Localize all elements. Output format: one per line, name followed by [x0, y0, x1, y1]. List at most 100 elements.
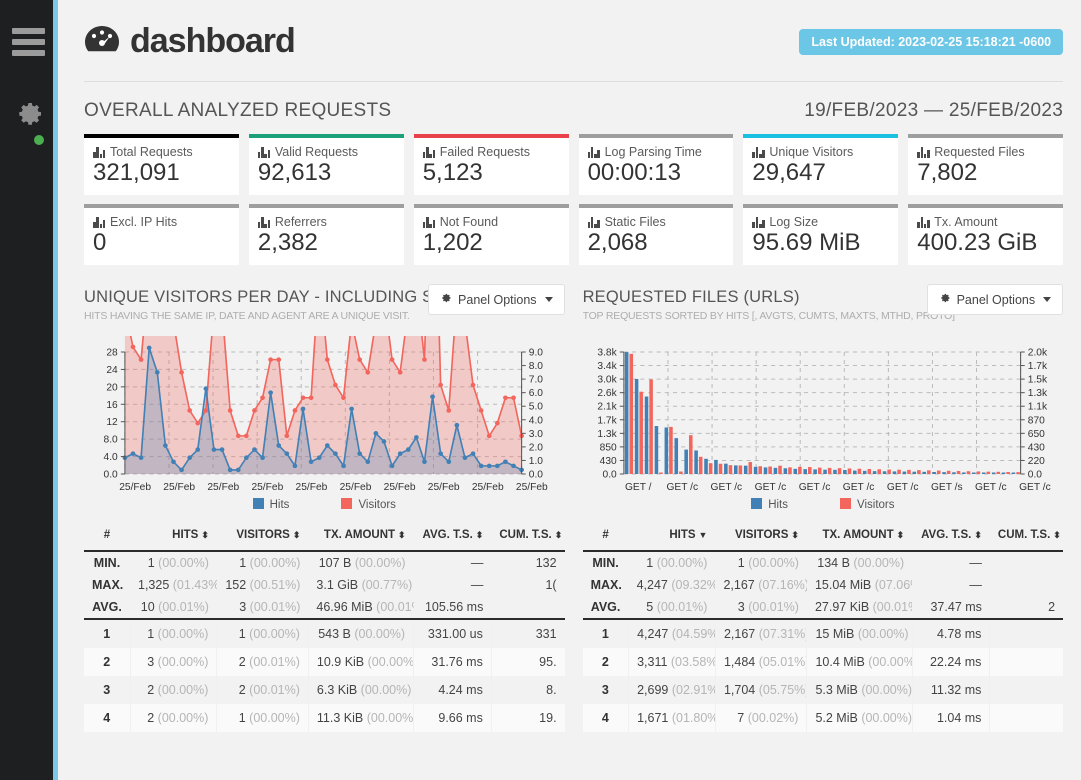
- table-row[interactable]: 2 3 (00.00%) 2 (00.01%) 10.9 KiB (00.00%) 31…: [84, 648, 565, 676]
- bar-chart-icon: [422, 216, 436, 228]
- svg-text:25/Feb: 25/Feb: [340, 482, 372, 493]
- panel-options-button[interactable]: Panel Options: [926, 284, 1064, 315]
- table-row[interactable]: 4 2 (00.00%) 1 (00.00%) 11.3 KiB (00.00%) 9.…: [84, 704, 565, 732]
- legend-item-hits[interactable]: Hits: [751, 498, 788, 511]
- col-header-cum-t-s[interactable]: CUM. T.S. ⬍: [989, 523, 1064, 552]
- summary-visitors: 3 (00.01%): [737, 600, 799, 614]
- cell-tx: 5.3 MiB (00.00%): [806, 676, 913, 704]
- stat-label: Log Size: [769, 215, 819, 229]
- legend-label-hits: Hits: [768, 499, 788, 511]
- stat-label: Static Files: [604, 215, 666, 229]
- panel-options-button[interactable]: Panel Options: [428, 284, 565, 315]
- col-header-tx-amount[interactable]: TX. AMOUNT ⬍: [806, 523, 913, 552]
- chart-visitors[interactable]: 0.0 4.0 8.0 12 16 20 24 28 0.0 1.0 2.0 3.0 4.0 5.0 6.0…: [84, 336, 565, 511]
- overall-title: OVERALL ANALYZED REQUESTS: [84, 100, 392, 121]
- panel-visitors: UNIQUE VISITORS PER DAY - INCLUDING SPID…: [84, 284, 565, 732]
- cell-index: 4: [103, 711, 111, 725]
- sort-icon: ⬍: [974, 530, 982, 540]
- svg-text:GET /c: GET /c: [798, 482, 830, 493]
- legend-item-visitors[interactable]: Visitors: [341, 498, 396, 511]
- summary-hits: 10 (00.01%): [140, 600, 209, 614]
- col-header-tx-amount[interactable]: TX. AMOUNT ⬍: [308, 523, 414, 552]
- svg-text:25/Feb: 25/Feb: [472, 482, 504, 493]
- summary-label: MIN.: [93, 556, 121, 570]
- svg-text:1.3k: 1.3k: [597, 429, 617, 440]
- sort-icon: ⬍: [554, 530, 563, 540]
- svg-text:3.0: 3.0: [529, 429, 544, 440]
- gear-icon[interactable]: [13, 98, 45, 130]
- summary-row: MIN. 1 (00.00%) 1 (00.00%) 107 B (00.00%) — 1…: [84, 551, 565, 574]
- summary-cum-ts: 132: [535, 556, 557, 570]
- stat-value: 2,382: [257, 229, 318, 256]
- summary-hits: 4,247 (09.32%): [636, 578, 716, 592]
- legend-item-hits[interactable]: Hits: [252, 498, 289, 511]
- svg-text:25/Feb: 25/Feb: [296, 482, 328, 493]
- cell-avg-ts: 22.24 ms: [911, 648, 990, 676]
- sort-icon: ⬍: [1053, 530, 1061, 540]
- stat-label-row: Unique Visitors: [752, 145, 889, 159]
- stat-value: 29,647: [752, 159, 826, 186]
- cell-avg-ts: 31.76 ms: [413, 648, 492, 676]
- col-header-avg-t-s[interactable]: AVG. T.S. ⬍: [912, 523, 990, 552]
- legend-item-visitors[interactable]: Visitors: [840, 498, 895, 511]
- summary-row: MAX. 1,325 (01.43%) 152 (00.51%) 3.1 GiB (0…: [84, 574, 565, 596]
- bar-chart-icon: [422, 146, 436, 158]
- table-row[interactable]: 3 2,699 (02.91%)1,704 (05.75%)5.3 MiB (00…: [583, 676, 1064, 704]
- col-header-visitors[interactable]: VISITORS ⬍: [715, 523, 807, 552]
- stat-label: Not Found: [439, 215, 499, 229]
- cell-visitors: 2,167 (07.31%): [714, 619, 807, 648]
- main-content: dashboard Last Updated: 2023-02-25 15:18…: [58, 0, 1081, 780]
- chart-requests[interactable]: 0.0 430 850 1.3k 1.7k 2.1k 2.6k 3.0k 3.4k 3.8k 0.0…: [583, 336, 1064, 511]
- panel-header: REQUESTED FILES (URLS) TOP REQUESTS SORTE…: [583, 284, 1064, 322]
- hamburger-icon[interactable]: [12, 28, 45, 61]
- stat-value: 92,613: [257, 159, 332, 186]
- stat-label-row: Log Parsing Time: [587, 145, 725, 159]
- table-row[interactable]: 11 (00.00%) 1 (00.00%) 543 B (00.00%) 331.0…: [84, 619, 565, 648]
- svg-text:430: 430: [1027, 442, 1044, 453]
- svg-text:6.0: 6.0: [529, 388, 544, 399]
- svg-text:3.4k: 3.4k: [597, 361, 617, 372]
- summary-cum-ts: [990, 574, 1063, 596]
- table-row[interactable]: 3 2 (00.00%) 2 (00.01%) 6.3 KiB (00.00%) 4.2…: [84, 676, 565, 704]
- svg-text:3.0k: 3.0k: [597, 375, 617, 386]
- col-header-cum-t-s[interactable]: CUM. T.S. ⬍: [491, 523, 565, 552]
- legend-swatch-hits: [751, 498, 763, 509]
- stat-box: Failed Requests 5,123: [413, 134, 569, 195]
- table-row[interactable]: 2 3,311 (03.58%)1,484 (05.01%)10.4 MiB (0…: [582, 648, 1064, 676]
- stat-value: 1,202: [422, 229, 483, 256]
- col-header-hits[interactable]: HITS ▼: [628, 523, 716, 552]
- stat-value: 400.23 GiB: [917, 229, 1038, 256]
- cell-index: 4: [601, 711, 609, 725]
- stat-label: Total Requests: [110, 145, 193, 159]
- svg-text:0.0: 0.0: [602, 470, 617, 481]
- svg-text:870: 870: [1027, 415, 1044, 426]
- bar-chart-icon: [93, 216, 106, 228]
- panel-header: UNIQUE VISITORS PER DAY - INCLUDING SPID…: [84, 284, 565, 322]
- stat-label-row: Excl. IP Hits: [93, 215, 230, 229]
- svg-text:GET /: GET /: [625, 482, 652, 493]
- summary-row: MIN. 1 (00.00%) 1 (00.00%) 134 B (00.00%) —: [583, 551, 1064, 574]
- table-row[interactable]: 4 1,671 (01.80%)7 (00.02%)5.2 MiB (00.00%…: [582, 704, 1064, 732]
- cell-cum-ts: 8.: [490, 676, 565, 704]
- summary-label: MAX.: [590, 578, 622, 592]
- cell-visitors: 1,484 (05.01%): [714, 648, 807, 676]
- svg-text:24: 24: [106, 365, 118, 376]
- table-row[interactable]: 1 4,247 (04.59%)2,167 (07.31%)15 MiB (00.…: [583, 619, 1064, 648]
- chevron-down-icon: [1043, 297, 1052, 302]
- cell-tx: 6.3 KiB (00.00%): [307, 676, 414, 704]
- stat-label-row: Not Found: [422, 215, 560, 229]
- col-header-hits[interactable]: HITS ⬍: [130, 523, 217, 552]
- cell-hits: 2 (00.00%): [129, 676, 217, 704]
- svg-text:430: 430: [599, 456, 616, 467]
- cell-hits: 2,699 (02.91%): [628, 676, 716, 704]
- online-status-dot: [34, 135, 44, 145]
- cell-cum-ts: [989, 619, 1064, 648]
- svg-text:25/Feb: 25/Feb: [384, 482, 416, 493]
- bar-chart-icon: [917, 216, 930, 228]
- col-header-avg-t-s[interactable]: AVG. T.S. ⬍: [413, 523, 492, 552]
- bar-chart-icon: [752, 146, 765, 158]
- legend-swatch-visitors: [341, 498, 353, 509]
- stat-label: Failed Requests: [439, 145, 531, 159]
- col-header-visitors[interactable]: VISITORS ⬍: [216, 523, 309, 552]
- svg-text:1.7k: 1.7k: [597, 415, 617, 426]
